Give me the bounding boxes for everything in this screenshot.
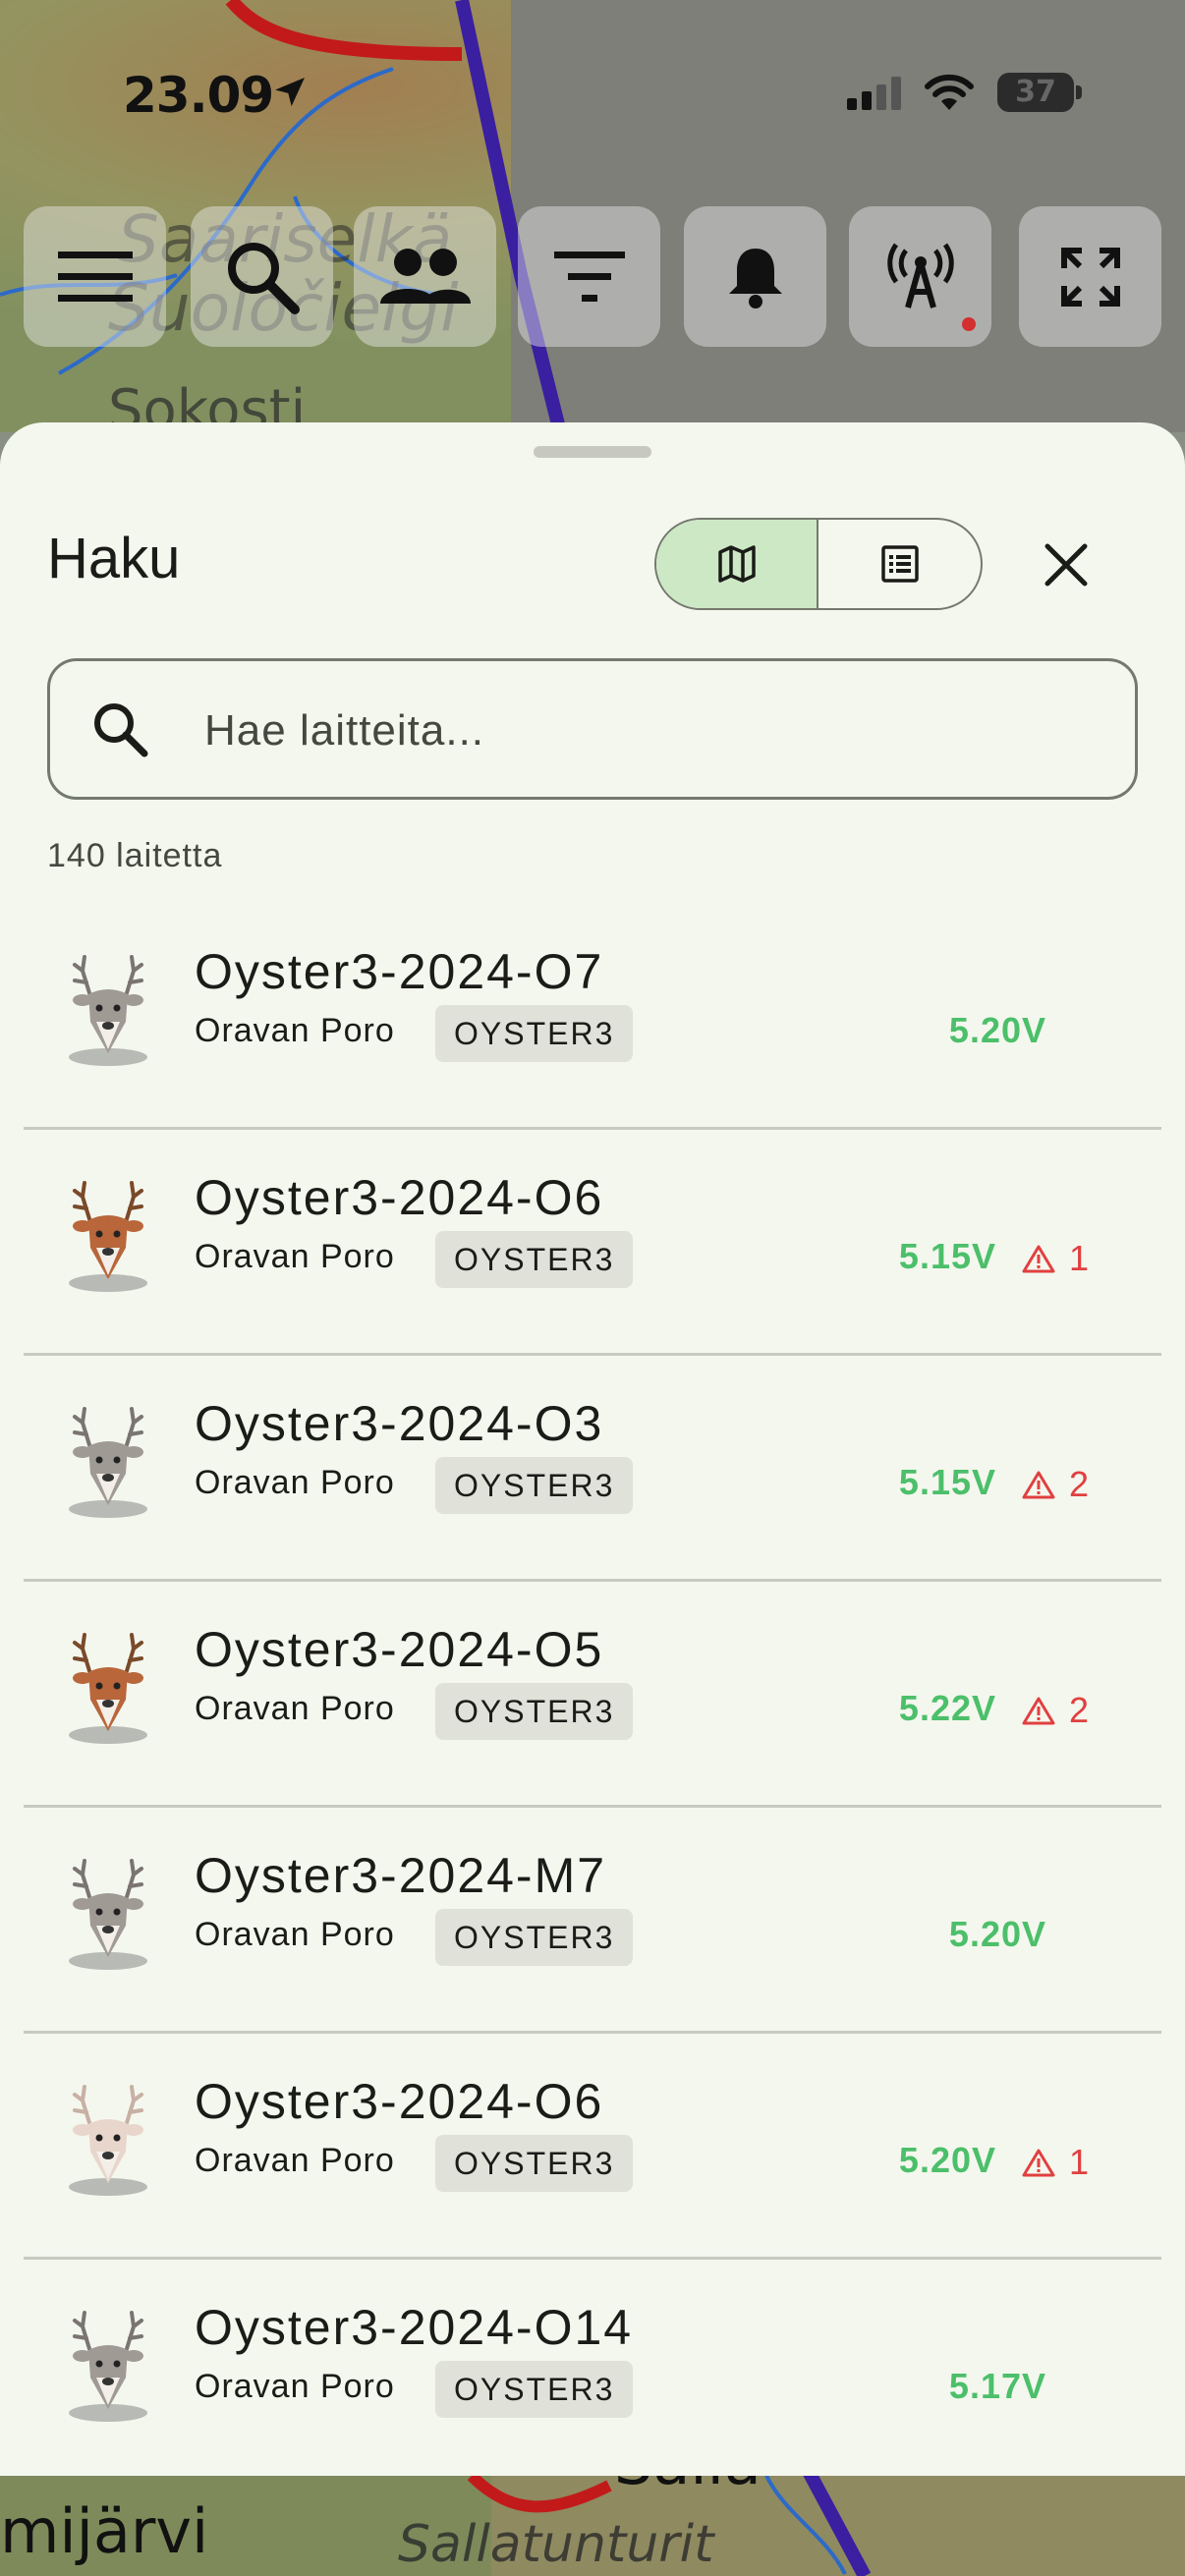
device-list-item[interactable]: Oyster3-2024-O6 Oravan Poro OYSTER3 5.20…	[0, 2034, 1185, 2260]
sheet-drag-handle[interactable]	[534, 446, 651, 458]
warning-icon	[1022, 1471, 1055, 1499]
menu-icon	[57, 251, 133, 302]
bell-icon	[728, 248, 782, 308]
location-arrow-icon	[275, 78, 305, 107]
device-list-item[interactable]: Oyster3-2024-O5 Oravan Poro OYSTER3 5.22…	[0, 1582, 1185, 1808]
battery-voltage: 5.15V	[898, 1236, 996, 1276]
device-type-badge: OYSTER3	[435, 2135, 634, 2192]
view-toggle	[654, 518, 983, 610]
battery-voltage: 5.22V	[898, 1688, 996, 1728]
sheet-title: Haku	[47, 527, 181, 590]
device-list: Oyster3-2024-O7 Oravan Poro OYSTER3 5.20…	[0, 904, 1185, 2486]
device-owner: Oravan Poro	[195, 1690, 395, 1727]
wifi-icon	[925, 74, 974, 110]
device-name: Oyster3-2024-M7	[195, 1848, 607, 1903]
map-view-option[interactable]	[656, 520, 818, 608]
battery-level: 37	[1015, 75, 1056, 109]
status-bar: 23.09 37	[0, 59, 1185, 138]
device-type-badge: OYSTER3	[435, 1909, 634, 1966]
fullscreen-button[interactable]	[1019, 206, 1161, 347]
reindeer-avatar-icon	[69, 955, 147, 1066]
alert-indicator: 2	[1022, 1464, 1089, 1505]
status-time: 23.09	[123, 67, 274, 124]
alert-count: 1	[1069, 2142, 1090, 2182]
list-icon	[880, 545, 919, 583]
device-owner: Oravan Poro	[195, 2368, 395, 2405]
list-view-option[interactable]	[818, 520, 981, 608]
device-type-badge: OYSTER3	[435, 1457, 634, 1514]
reindeer-avatar-icon	[69, 1633, 147, 1744]
filter-icon	[553, 251, 625, 302]
alert-indicator: 2	[1022, 1690, 1089, 1731]
alert-count: 2	[1069, 1464, 1090, 1504]
antenna-icon	[886, 243, 954, 308]
warning-icon	[1022, 1697, 1055, 1725]
map-label: Sallatunturit	[398, 2515, 714, 2574]
people-icon	[379, 248, 471, 304]
device-owner: Oravan Poro	[195, 1012, 395, 1049]
device-list-item[interactable]: Oyster3-2024-O3 Oravan Poro OYSTER3 5.15…	[0, 1356, 1185, 1582]
battery-voltage: 5.20V	[898, 2140, 996, 2180]
antenna-status-dot	[962, 317, 976, 331]
device-name: Oyster3-2024-O6	[195, 1170, 604, 1225]
search-icon	[227, 242, 300, 314]
reindeer-avatar-icon	[69, 2085, 147, 2196]
search-button[interactable]	[191, 206, 333, 347]
device-owner: Oravan Poro	[195, 1238, 395, 1275]
reindeer-avatar-icon	[69, 1181, 147, 1292]
device-type-badge: OYSTER3	[435, 2361, 634, 2418]
battery-voltage: 5.15V	[898, 1462, 996, 1502]
filter-button[interactable]	[518, 206, 660, 347]
reindeer-avatar-icon	[69, 1859, 147, 1970]
device-type-badge: OYSTER3	[435, 1683, 634, 1740]
fullscreen-icon	[1060, 247, 1120, 307]
alert-indicator: 1	[1022, 1238, 1089, 1279]
notifications-button[interactable]	[684, 206, 826, 347]
search-sheet: Haku Hae laitteita... 140 laitetta Oyste…	[0, 422, 1185, 2476]
device-list-item[interactable]: Oyster3-2024-M7 Oravan Poro OYSTER3 5.20…	[0, 1808, 1185, 2034]
people-button[interactable]	[354, 206, 496, 347]
device-type-badge: OYSTER3	[435, 1005, 634, 1062]
menu-button[interactable]	[24, 206, 166, 347]
device-name: Oyster3-2024-O7	[195, 944, 604, 999]
device-list-item[interactable]: Oyster3-2024-O14 Oravan Poro OYSTER3 5.1…	[0, 2260, 1185, 2486]
battery-voltage: 5.20V	[948, 1914, 1046, 1954]
device-name: Oyster3-2024-O14	[195, 2300, 634, 2355]
alert-indicator: 1	[1022, 2142, 1089, 2183]
reindeer-avatar-icon	[69, 1407, 147, 1518]
battery-icon: 37	[997, 73, 1074, 112]
device-search-input[interactable]	[202, 681, 1091, 781]
close-button[interactable]	[1032, 531, 1100, 599]
device-type-badge: OYSTER3	[435, 1231, 634, 1288]
device-count: 140 laitetta	[47, 837, 223, 874]
device-owner: Oravan Poro	[195, 1464, 395, 1501]
alert-count: 2	[1069, 1690, 1090, 1730]
alert-count: 1	[1069, 1238, 1090, 1278]
warning-icon	[1022, 2149, 1055, 2177]
device-name: Oyster3-2024-O3	[195, 1396, 604, 1451]
cellular-signal-icon	[847, 77, 901, 110]
device-search-field[interactable]	[47, 658, 1138, 800]
antenna-button[interactable]	[849, 206, 991, 347]
map-label: mijärvi	[0, 2495, 209, 2567]
device-list-item[interactable]: Oyster3-2024-O6 Oravan Poro OYSTER3 5.15…	[0, 1130, 1185, 1356]
battery-voltage: 5.20V	[948, 1010, 1046, 1050]
device-owner: Oravan Poro	[195, 2142, 395, 2179]
warning-icon	[1022, 1245, 1055, 1273]
search-icon	[94, 703, 148, 757]
battery-voltage: 5.17V	[948, 2366, 1046, 2406]
map-icon	[717, 545, 756, 583]
reindeer-avatar-icon	[69, 2311, 147, 2422]
device-list-item[interactable]: Oyster3-2024-O7 Oravan Poro OYSTER3 5.20…	[0, 904, 1185, 1130]
device-name: Oyster3-2024-O5	[195, 1622, 604, 1677]
device-owner: Oravan Poro	[195, 1916, 395, 1953]
battery-cap	[1076, 85, 1082, 99]
device-name: Oyster3-2024-O6	[195, 2074, 604, 2129]
close-icon	[1044, 543, 1088, 587]
